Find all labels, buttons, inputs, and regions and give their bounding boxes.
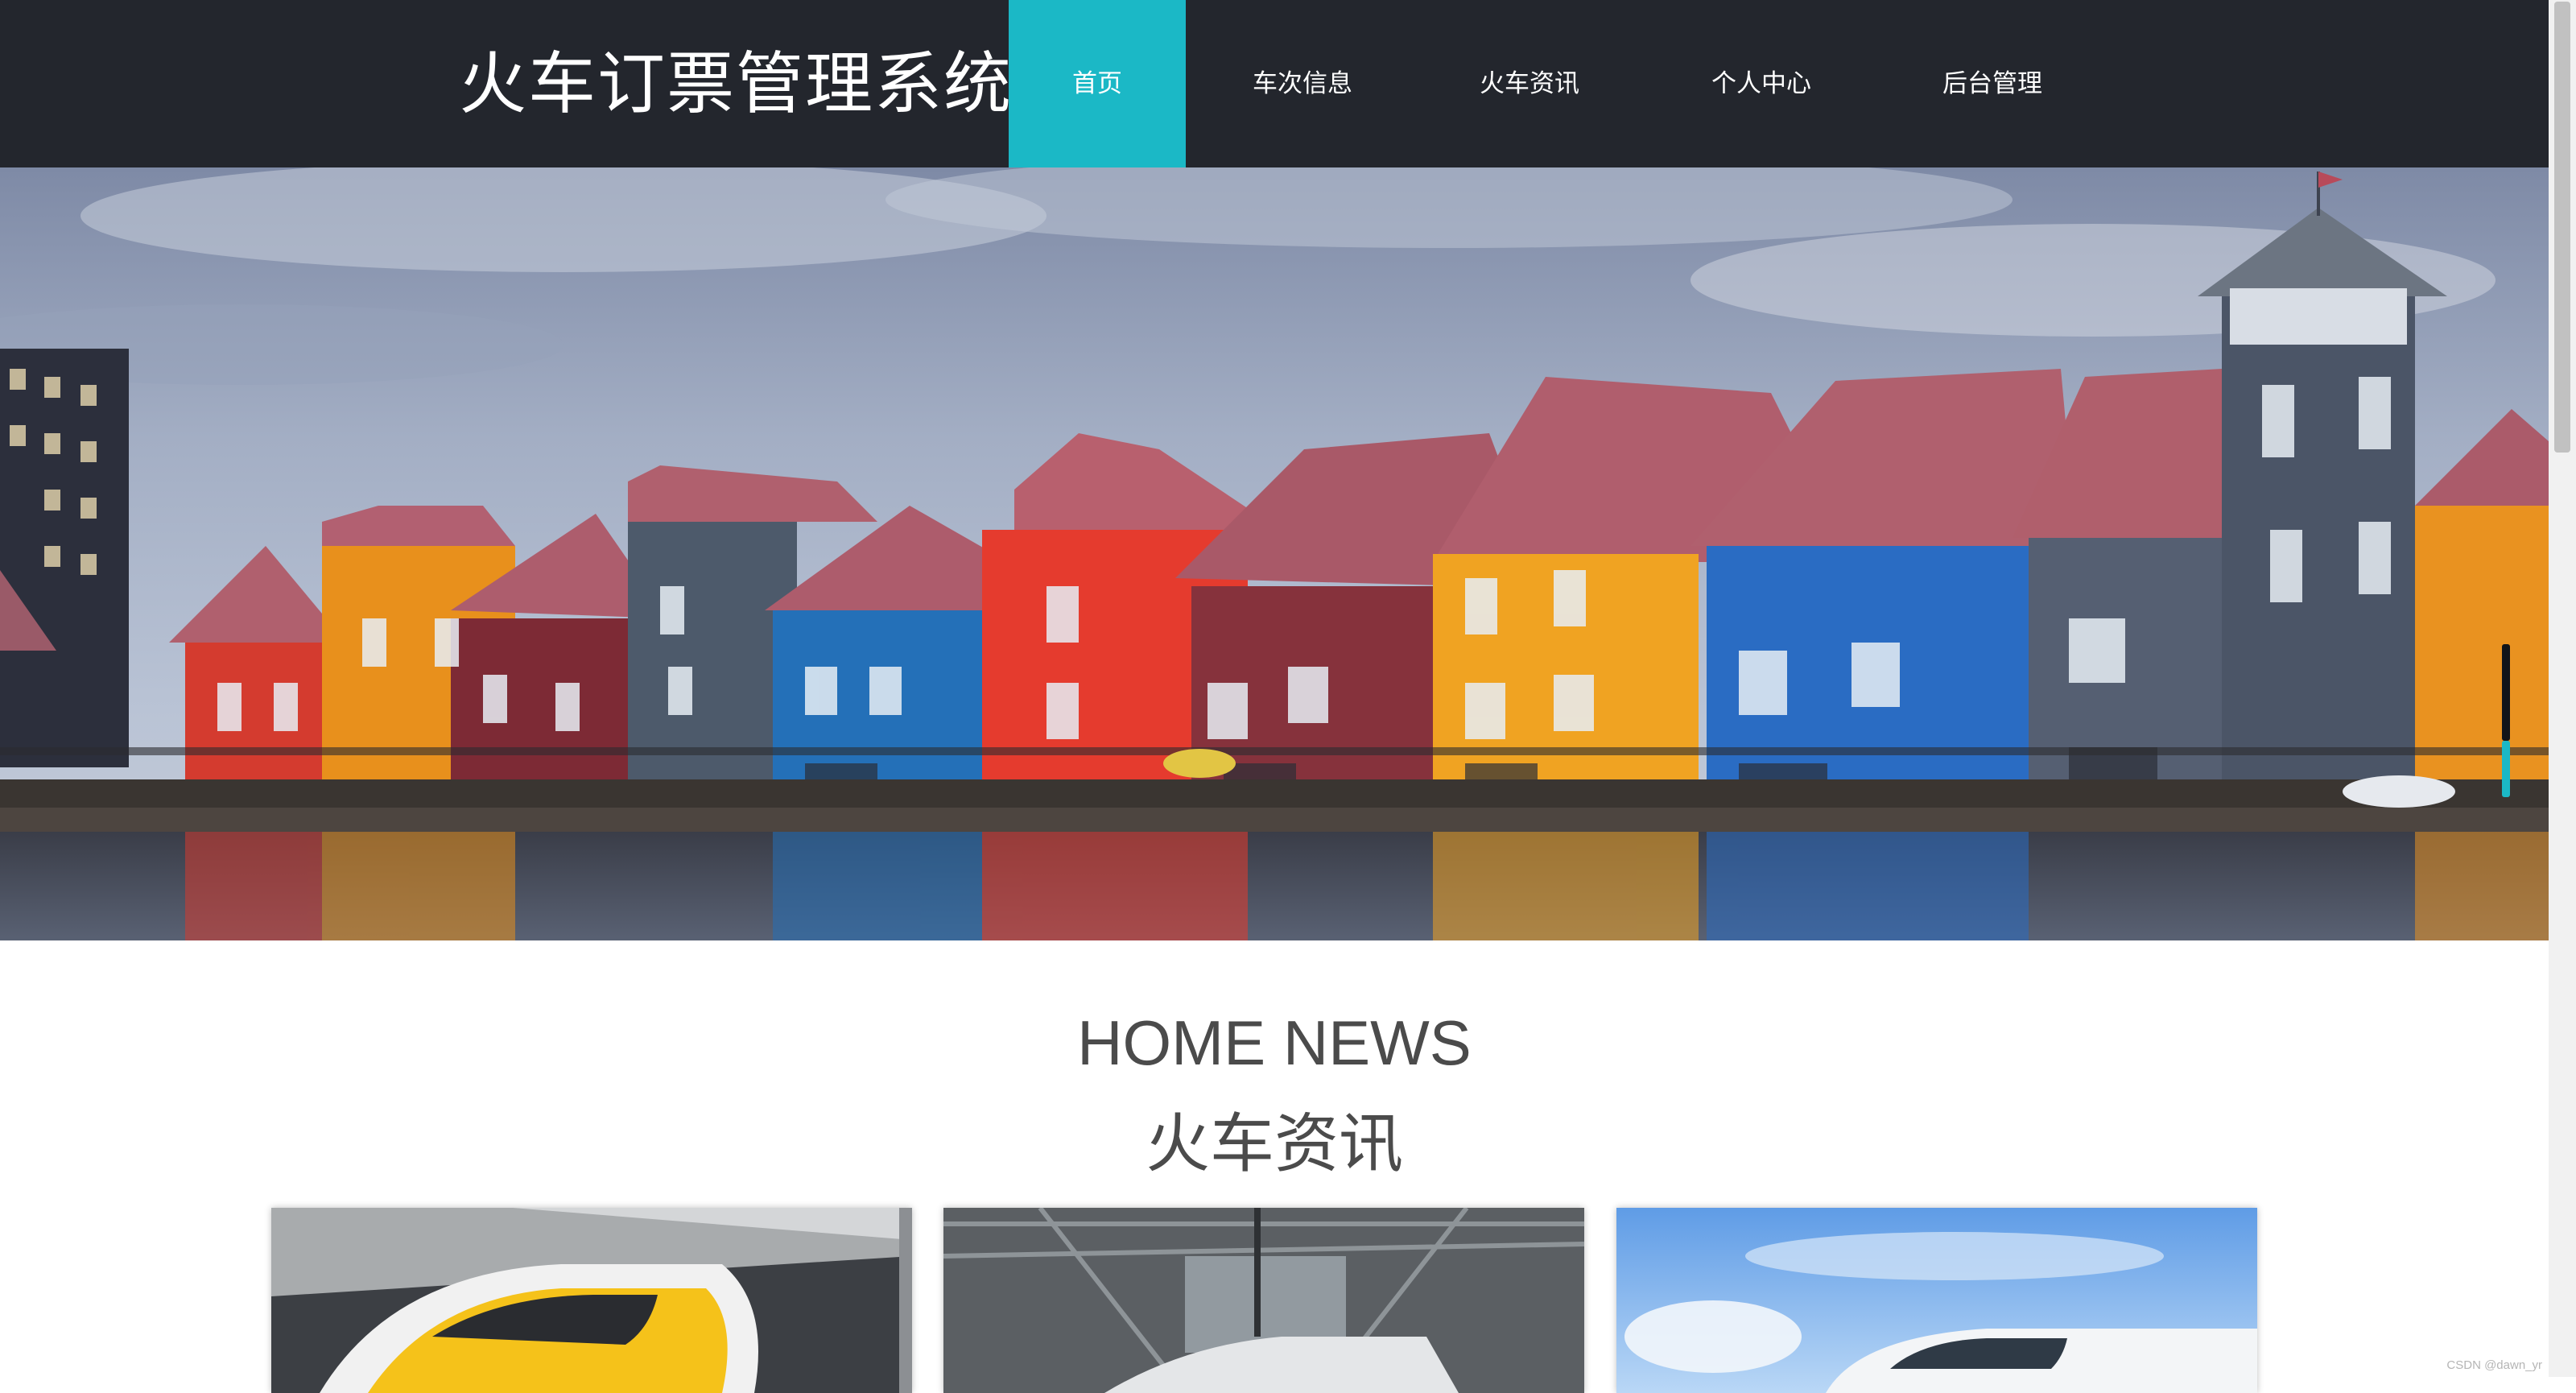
hero-banner-carousel[interactable]	[0, 167, 2549, 940]
banner-image	[0, 167, 2549, 940]
nav-item-home[interactable]: 首页	[1009, 0, 1186, 167]
carousel-indicator[interactable]	[2502, 644, 2510, 741]
nav-item-train-info[interactable]: 车次信息	[1210, 0, 1395, 167]
nav-item-personal-center[interactable]: 个人中心	[1661, 0, 1862, 167]
news-card-image-station	[943, 1208, 1584, 1393]
site-title: 火车订票管理系统	[459, 44, 1013, 123]
news-card-image-bullet-train	[1616, 1208, 2257, 1393]
news-card[interactable]	[1616, 1208, 2257, 1393]
nav-item-admin[interactable]: 后台管理	[1892, 0, 2093, 167]
news-card-image-yellow-train	[271, 1208, 912, 1393]
carousel-indicator-active[interactable]	[2502, 741, 2510, 797]
page-scrollbar[interactable]	[2549, 0, 2576, 1377]
section-heading-english: HOME NEWS	[1077, 1007, 1472, 1078]
nav-item-train-news[interactable]: 火车资讯	[1433, 0, 1626, 167]
watermark: CSDN @dawn_yr	[2446, 1358, 2542, 1372]
scrollbar-thumb[interactable]	[2554, 2, 2570, 453]
news-card[interactable]	[943, 1208, 1584, 1393]
news-card[interactable]	[271, 1208, 912, 1393]
top-navigation-bar: 火车订票管理系统 首页 车次信息 火车资讯 个人中心 后台管理	[0, 0, 2549, 167]
section-heading-chinese: 火车资讯	[1146, 1106, 1403, 1181]
